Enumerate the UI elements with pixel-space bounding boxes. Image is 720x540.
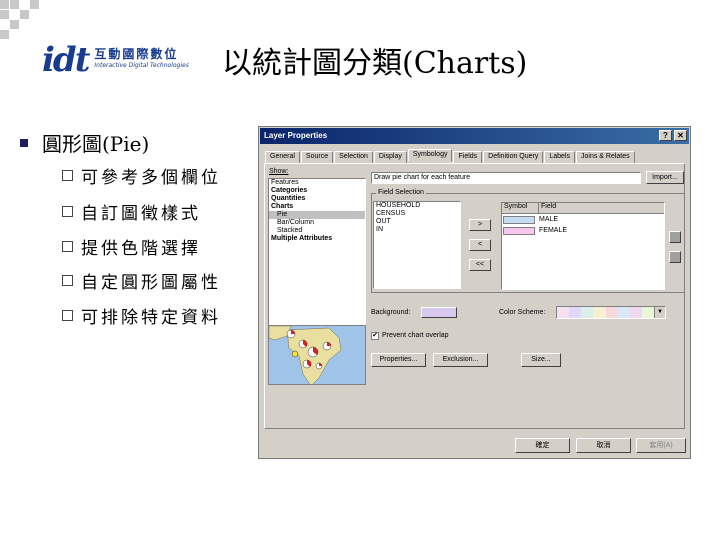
checkbox-bullet-icon (62, 275, 73, 286)
prevent-overlap-label: Prevent chart overlap (382, 332, 449, 339)
field-item-household[interactable]: HOUSEHOLD (374, 202, 460, 210)
main-bullet-text: 圓形圖(Pie) (42, 132, 150, 156)
corner-square (0, 0, 9, 9)
sub-bullet: 自定圓形圖屬性 (62, 268, 221, 293)
symbol-table[interactable]: Symbol Field MALE FEMALE (501, 202, 665, 290)
corner-square (0, 30, 9, 39)
field-item-in[interactable]: IN (374, 226, 460, 234)
move-all-left-button[interactable]: << (469, 259, 491, 271)
sub-bullet: 可參考多個欄位 (62, 163, 221, 188)
symbol-table-header: Symbol Field (502, 203, 664, 214)
properties-button[interactable]: Properties... (371, 353, 426, 367)
show-item-features[interactable]: Features (269, 179, 365, 187)
tab-display[interactable]: Display (373, 151, 407, 163)
sub-bullet: 自訂圖徵樣式 (62, 199, 201, 224)
show-item-categories[interactable]: Categories (269, 187, 365, 195)
symbol-field-name: MALE (539, 215, 559, 223)
size-button[interactable]: Size... (521, 353, 561, 367)
chevron-down-icon[interactable]: ▼ (654, 307, 665, 318)
field-header: Field (541, 203, 557, 210)
sub-bullet-text: 自訂圖徵樣式 (81, 204, 201, 224)
dialog-titlebar: Layer Properties ? ✕ (260, 128, 689, 144)
background-label: Background: (371, 309, 411, 316)
show-tree: Features Categories Quantities Charts Pi… (268, 178, 366, 328)
corner-square (0, 10, 9, 19)
tab-joins-relates[interactable]: Joins & Relates (576, 151, 635, 163)
tab-selection[interactable]: Selection (334, 151, 373, 163)
background-color-picker[interactable] (421, 307, 457, 318)
checkbox-bullet-icon (62, 310, 73, 321)
close-icon[interactable]: ✕ (674, 130, 687, 141)
import-button[interactable]: Import... (646, 171, 684, 184)
tab-fields[interactable]: Fields (453, 151, 483, 163)
dialog-tabs: General Source Selection Display Symbolo… (265, 149, 636, 163)
move-down-icon[interactable] (669, 251, 681, 263)
show-item-quantities[interactable]: Quantities (269, 195, 365, 203)
preview-map (268, 325, 366, 385)
logo-cn: 互動國際數位 (94, 47, 179, 61)
apply-button[interactable]: 套用(A) (636, 438, 686, 453)
symbol-row[interactable]: MALE (502, 214, 664, 225)
show-item-bar-column[interactable]: Bar/Column (269, 219, 365, 227)
field-item-census[interactable]: CENSUS (374, 210, 460, 218)
color-scheme-ramp: ▼ (557, 307, 665, 318)
field-item-out[interactable]: OUT (374, 218, 460, 226)
symbol-field-name: FEMALE (539, 226, 568, 234)
checkbox-bullet-icon (62, 206, 73, 217)
checkbox-bullet-icon (62, 241, 73, 252)
checkbox-bullet-icon (62, 170, 73, 181)
color-swatch[interactable] (503, 226, 535, 235)
corner-square (20, 10, 29, 19)
color-scheme-dropdown[interactable]: ▼ (556, 306, 666, 319)
field-list[interactable]: HOUSEHOLD CENSUS OUT IN (373, 201, 461, 289)
corner-square (30, 0, 39, 9)
description-field[interactable]: Draw pie chart for each feature (371, 172, 641, 184)
sub-bullet-text: 可排除特定資料 (81, 308, 221, 328)
logo-mark: idt (42, 40, 90, 80)
color-swatch[interactable] (503, 215, 535, 224)
logo-en: Interactive Digital Technologies (94, 62, 189, 69)
show-item-stacked[interactable]: Stacked (269, 227, 365, 235)
symbol-header: Symbol (502, 203, 539, 213)
tab-labels[interactable]: Labels (544, 151, 576, 163)
company-logo: idt 互動國際數位 Interactive Digital Technolog… (42, 42, 189, 78)
field-selection-label: Field Selection (376, 189, 426, 196)
sub-bullet-text: 可參考多個欄位 (81, 168, 221, 188)
corner-square (10, 20, 19, 29)
tab-source[interactable]: Source (300, 151, 334, 163)
tab-general[interactable]: General (265, 151, 300, 163)
map-preview-image (269, 326, 342, 384)
show-item-pie[interactable]: Pie (269, 211, 365, 219)
tab-symbology[interactable]: Symbology (407, 149, 453, 161)
show-item-charts[interactable]: Charts (269, 203, 365, 211)
help-button[interactable]: ? (659, 130, 672, 141)
ok-button[interactable]: 確定 (515, 438, 570, 453)
sub-bullet: 提供色階選擇 (62, 234, 201, 259)
color-scheme-label: Color Scheme: (499, 309, 546, 316)
prevent-overlap-checkbox[interactable]: ✔ (371, 332, 379, 340)
show-label: Show: (269, 168, 289, 175)
bullet-square-icon (20, 138, 28, 147)
sub-bullet: 可排除特定資料 (62, 303, 221, 328)
show-item-multiple-attributes[interactable]: Multiple Attributes (269, 235, 365, 243)
sub-bullet-text: 自定圓形圖屬性 (81, 273, 221, 293)
symbol-row[interactable]: FEMALE (502, 225, 664, 236)
main-bullet: 圓形圖(Pie) (20, 128, 149, 157)
dialog-title: Layer Properties (264, 131, 328, 140)
layer-properties-dialog: Layer Properties ? ✕ General Source Sele… (258, 126, 691, 459)
cancel-button[interactable]: 取消 (576, 438, 631, 453)
corner-square (10, 0, 19, 9)
slide-title: 以統計圖分類(Charts) (222, 46, 528, 81)
sub-bullet-text: 提供色階選擇 (81, 239, 201, 259)
exclusion-button[interactable]: Exclusion... (433, 353, 488, 367)
tab-definition-query[interactable]: Definition Query (483, 151, 544, 163)
move-up-icon[interactable] (669, 231, 681, 243)
move-left-button[interactable]: < (469, 239, 491, 251)
move-right-button[interactable]: > (469, 219, 491, 231)
